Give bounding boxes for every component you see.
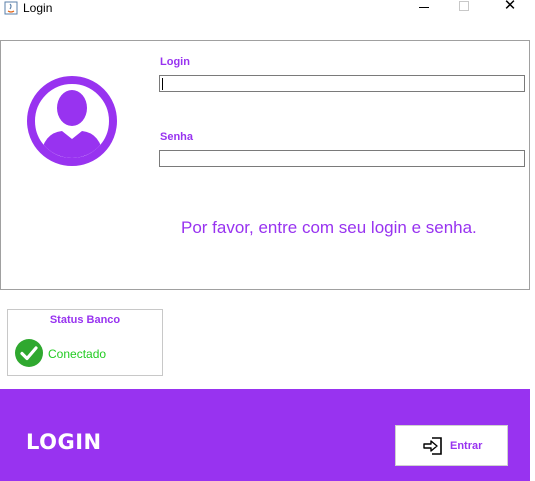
senha-label: Senha [160,131,194,143]
panel-border-bottom [0,289,530,290]
database-status-panel: Status Banco Conectado [7,309,163,376]
sign-in-icon [423,437,442,455]
check-circle-icon [15,339,43,367]
enter-button-label: Entrar [450,440,483,452]
panel-border-left [0,40,1,290]
text-caret [162,78,163,90]
senha-input[interactable] [159,150,525,167]
title-bar: Login ✕ [0,0,535,18]
status-title: Status Banco [49,314,121,326]
enter-button[interactable]: Entrar [395,425,508,466]
status-text: Conectado [48,347,107,361]
header-divider [0,40,535,41]
maximize-button[interactable] [444,0,484,18]
user-avatar-icon [27,76,117,166]
close-button[interactable]: ✕ [490,0,530,18]
footer-title: LOGIN [26,430,102,454]
instruction-message: Por favor, entre com seu login e senha. [181,218,477,237]
minimize-button[interactable] [404,0,444,18]
login-input[interactable] [159,75,525,92]
login-label: Login [160,56,190,68]
window-edge [530,18,535,481]
window-title: Login [23,1,53,15]
java-app-icon [4,1,18,15]
